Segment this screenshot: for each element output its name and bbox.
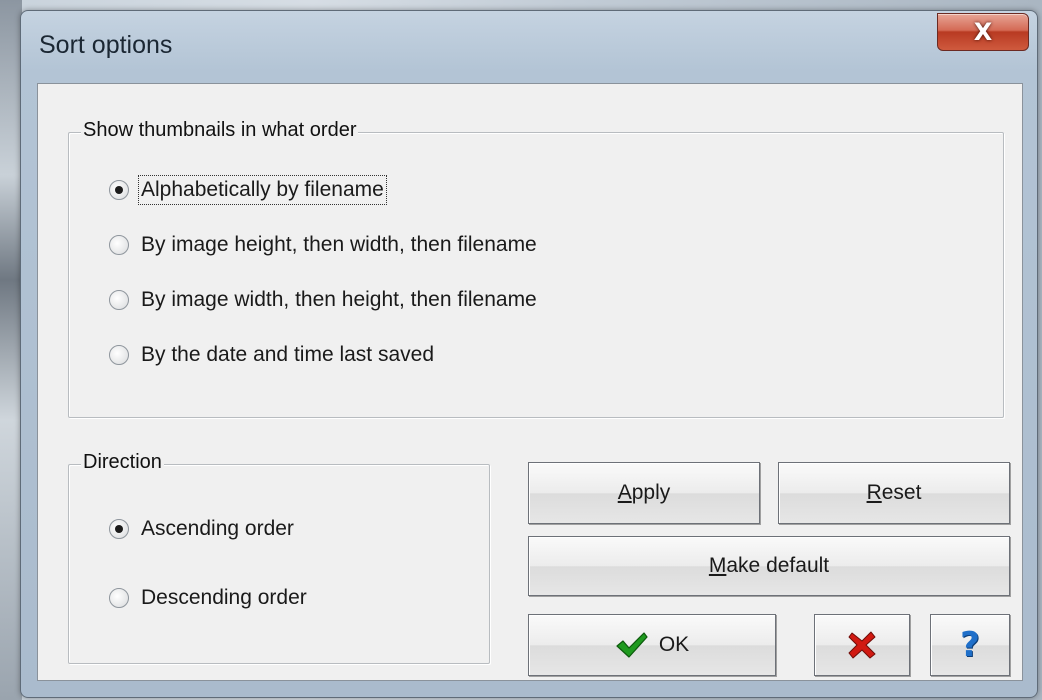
apply-label: pply [631,481,671,504]
close-button[interactable]: X [937,13,1029,51]
radio-button[interactable] [109,290,129,310]
direction-group: Direction Ascending order Descending ord… [68,451,490,664]
help-button[interactable]: ? [930,614,1010,676]
reset-accelerator: R [866,481,882,504]
order-group: Show thumbnails in what order Alphabetic… [68,119,1004,418]
cancel-button[interactable] [814,614,910,676]
ok-button[interactable]: OK [528,614,776,676]
apply-button[interactable]: Apply [528,462,760,524]
radio-label: By image width, then height, then filena… [141,288,537,311]
radio-label: Descending order [141,586,307,609]
dialog-body: Show thumbnails in what order Alphabetic… [37,83,1023,681]
ok-label: OK [658,633,690,656]
radio-width-height[interactable]: By image width, then height, then filena… [109,288,537,312]
radio-button-checked[interactable] [109,519,129,539]
radio-button-checked[interactable] [109,180,129,200]
radio-label: Alphabetically by filename [138,175,387,205]
make-default-accelerator: M [708,554,727,577]
radio-button[interactable] [109,235,129,255]
checkmark-icon [616,632,648,658]
radio-descending[interactable]: Descending order [109,586,307,610]
red-x-icon [848,631,876,659]
radio-ascending[interactable]: Ascending order [109,517,294,541]
radio-label: By the date and time last saved [141,343,435,366]
background-window-edge [0,0,22,700]
radio-height-width[interactable]: By image height, then width, then filena… [109,233,537,257]
radio-button[interactable] [109,345,129,365]
sort-options-dialog: Sort options X Show thumbnails in what o… [20,10,1038,698]
question-mark-icon: ? [960,625,980,665]
reset-button[interactable]: Reset [778,462,1010,524]
reset-label: eset [881,481,922,504]
make-default-label: ake default [726,554,830,577]
radio-button[interactable] [109,588,129,608]
radio-alphabetical[interactable]: Alphabetically by filename [109,175,387,205]
dialog-title: Sort options [39,31,173,59]
radio-label: By image height, then width, then filena… [141,233,537,256]
apply-accelerator: A [617,481,632,504]
title-bar[interactable]: Sort options X [21,11,1037,83]
make-default-button[interactable]: Make default [528,536,1010,596]
order-group-label: Show thumbnails in what order [81,119,359,142]
direction-group-label: Direction [81,451,164,474]
radio-label: Ascending order [141,517,294,540]
radio-date-saved[interactable]: By the date and time last saved [109,343,434,367]
close-icon: X [973,18,993,46]
